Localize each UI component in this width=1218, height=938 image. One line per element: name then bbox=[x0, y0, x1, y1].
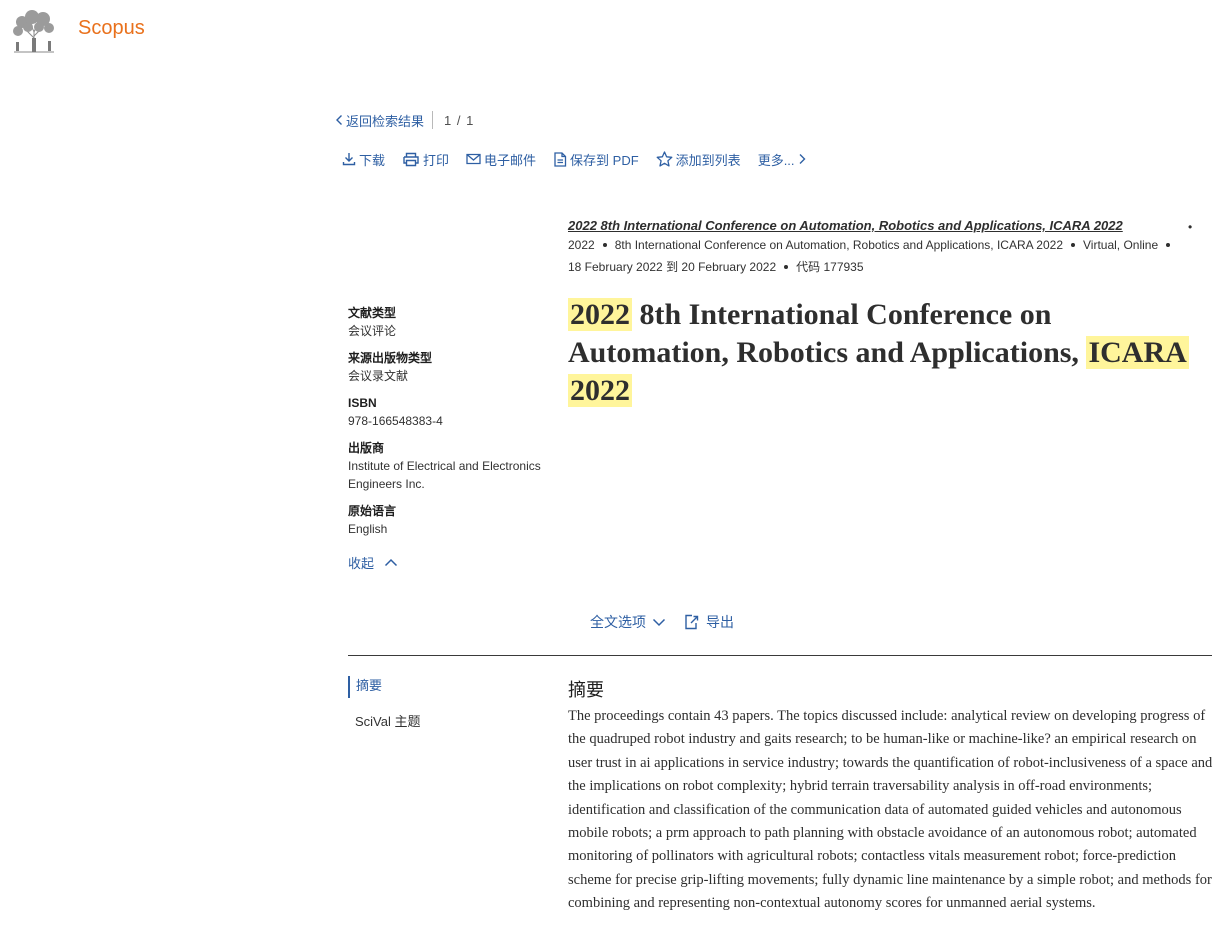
isbn-value: 978-166548383-4 bbox=[348, 414, 443, 428]
doc-type-value: 会议评论 bbox=[348, 324, 397, 338]
source-type-value: 会议录文献 bbox=[348, 369, 409, 383]
pdf-icon bbox=[554, 151, 567, 167]
source-title-link[interactable]: 2022 8th International Conference on Aut… bbox=[568, 218, 1123, 233]
result-navigation: 返回检索结果 1 / 1 bbox=[335, 110, 474, 130]
export-button[interactable]: 导出 bbox=[684, 612, 734, 632]
tab-abstract[interactable]: 摘要 bbox=[348, 676, 382, 698]
publisher-value: Institute of Electrical and Electronics … bbox=[348, 459, 541, 491]
isbn-label: ISBN bbox=[348, 396, 377, 410]
save-pdf-label: 保存到 PDF bbox=[570, 152, 639, 168]
abstract-text: The proceedings contain 43 papers. The t… bbox=[568, 708, 1213, 912]
chevron-right-icon bbox=[799, 154, 806, 164]
document-title: 2022 8th International Conference on Aut… bbox=[568, 296, 1208, 410]
source-code: 代码 177935 bbox=[796, 260, 864, 274]
chevron-up-icon bbox=[384, 558, 398, 567]
nav-divider bbox=[432, 111, 434, 129]
source-type-label: 来源出版物类型 bbox=[348, 351, 433, 365]
back-to-results-link[interactable]: 返回检索结果 bbox=[335, 111, 424, 130]
section-divider bbox=[348, 655, 1212, 656]
title-highlight: 2022 bbox=[568, 374, 632, 407]
email-icon bbox=[466, 153, 481, 165]
export-icon bbox=[685, 614, 699, 630]
source-year: 2022 bbox=[568, 238, 595, 252]
separator-dot bbox=[1071, 243, 1075, 247]
collapse-label: 收起 bbox=[348, 556, 375, 571]
email-button[interactable]: 电子邮件 bbox=[466, 150, 536, 169]
download-label: 下载 bbox=[359, 152, 386, 168]
scopus-brand[interactable]: Scopus bbox=[78, 17, 145, 40]
title-text: 8th International Conference on Automati… bbox=[568, 298, 1087, 369]
document-toolbar: 下载 打印 电子邮件 保存到 PDF 添加到列表 更多... bbox=[342, 149, 823, 169]
separator-dot bbox=[784, 264, 789, 269]
more-label: 更多... bbox=[757, 152, 795, 168]
export-label: 导出 bbox=[706, 614, 734, 630]
save-pdf-button[interactable]: 保存到 PDF bbox=[553, 150, 639, 169]
source-meta-line-1: 2022 8th International Conference on Aut… bbox=[568, 238, 1178, 252]
add-to-list-button[interactable]: 添加到列表 bbox=[656, 150, 741, 169]
separator-dot bbox=[602, 243, 607, 247]
chevron-left-icon bbox=[336, 115, 342, 125]
print-label: 打印 bbox=[423, 152, 450, 168]
language-label: 原始语言 bbox=[348, 504, 397, 518]
print-icon bbox=[403, 152, 419, 166]
result-pager: 1 / 1 bbox=[444, 112, 475, 128]
separator-dot bbox=[1166, 243, 1171, 247]
tab-scival-topics[interactable]: SciVal 主题 bbox=[355, 713, 421, 731]
add-to-list-label: 添加到列表 bbox=[675, 152, 741, 168]
email-label: 电子邮件 bbox=[484, 152, 537, 168]
language-value: English bbox=[348, 522, 388, 536]
source-conference-name: 8th International Conference on Automati… bbox=[614, 238, 1063, 252]
chevron-down-icon bbox=[652, 618, 666, 626]
print-button[interactable]: 打印 bbox=[402, 150, 449, 169]
doc-type-label: 文献类型 bbox=[348, 306, 397, 320]
star-icon bbox=[656, 151, 673, 167]
source-dates: 18 February 2022 到 20 February 2022 bbox=[568, 260, 777, 274]
title-highlight: ICARA bbox=[1086, 336, 1189, 369]
fulltext-options-label: 全文选项 bbox=[590, 614, 646, 630]
download-button[interactable]: 下载 bbox=[342, 150, 385, 169]
document-details: 文献类型 会议评论 来源出版物类型 会议录文献 ISBN 978-1665483… bbox=[348, 304, 563, 547]
publisher-label: 出版商 bbox=[348, 441, 385, 455]
back-to-results-label: 返回检索结果 bbox=[346, 113, 425, 129]
fulltext-options-dropdown[interactable]: 全文选项 bbox=[590, 612, 666, 632]
title-highlight: 2022 bbox=[568, 298, 632, 331]
abstract-heading: 摘要 bbox=[568, 680, 604, 700]
elsevier-logo-icon[interactable] bbox=[8, 8, 60, 54]
download-icon bbox=[342, 153, 356, 166]
more-button[interactable]: 更多... bbox=[758, 150, 806, 169]
collapse-details-button[interactable]: 收起 bbox=[348, 553, 398, 572]
source-meta-line-2: 18 February 2022 到 20 February 2022 代码 1… bbox=[568, 258, 864, 275]
source-location: Virtual, Online bbox=[1083, 238, 1159, 252]
separator-dot: • bbox=[1188, 220, 1193, 234]
fulltext-actions: 全文选项 导出 bbox=[590, 612, 734, 632]
